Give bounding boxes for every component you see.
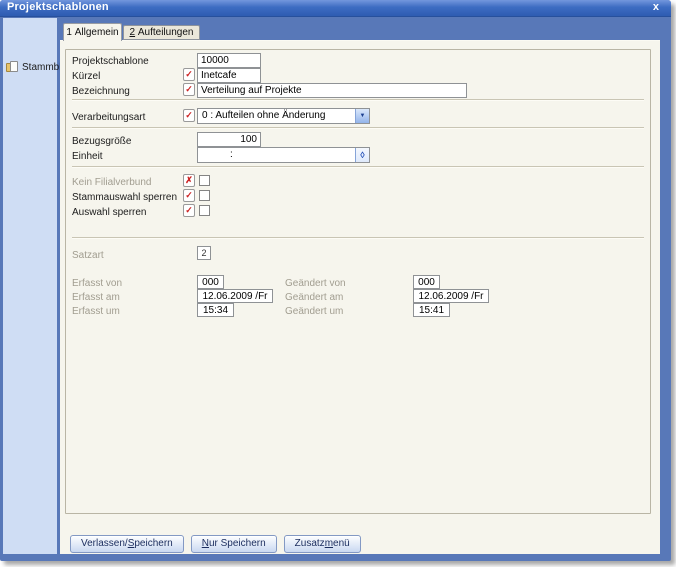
button-mnemonic: N: [201, 538, 209, 549]
titlebar: Projektschablonen x: [0, 0, 671, 17]
close-icon[interactable]: x: [653, 1, 659, 13]
stammblatt-icon-front: [10, 61, 18, 72]
satzart-value: 2: [197, 246, 211, 260]
erfasst-um-value: [197, 303, 234, 317]
button-text: ur Speichern: [208, 538, 266, 549]
sidebar: Stammblatt: [3, 18, 73, 554]
unit-picker-icon[interactable]: ◊: [355, 148, 369, 162]
geaendert-von-label: Geändert von: [285, 278, 346, 289]
required-check-icon: ✓: [183, 189, 195, 202]
verarbeitungsart-label: Verarbeitungsart: [72, 112, 146, 123]
window-title: Projektschablonen: [7, 1, 109, 13]
separator: [72, 99, 644, 101]
auswahl-sperren-label: Auswahl sperren: [72, 207, 147, 218]
button-text: Zusatz: [294, 538, 325, 549]
geaendert-von-value: [413, 275, 440, 289]
tab-aufteilungen[interactable]: 2 Aufteilungen: [123, 25, 200, 40]
kuerzel-input[interactable]: [197, 68, 261, 83]
stammauswahl-sperren-label: Stammauswahl sperren: [72, 192, 178, 203]
erfasst-von-label: Erfasst von: [72, 278, 123, 289]
required-check-icon: ✓: [183, 204, 195, 217]
erfasst-von-value: [197, 275, 224, 289]
tab-allgemein-label: Allgemein: [74, 27, 119, 38]
geaendert-um-value: [413, 303, 450, 317]
tab-allgemein-number: 1: [66, 27, 72, 38]
geaendert-am-value: [413, 289, 489, 303]
auswahl-sperren-checkbox[interactable]: [199, 205, 210, 216]
verarbeitungsart-select[interactable]: 0 : Aufteilen ohne Änderung ▼: [197, 108, 370, 124]
erfasst-um-label: Erfasst um: [72, 306, 120, 317]
einheit-label: Einheit: [72, 151, 103, 162]
geaendert-um-label: Geändert um: [285, 306, 344, 317]
erfasst-am-value: [197, 289, 273, 303]
button-text: enü: [333, 538, 350, 549]
button-row: Verlassen/Speichern Nur Speichern Zusatz…: [70, 535, 361, 553]
verarbeitungsart-value: 0 : Aufteilen ohne Änderung: [202, 110, 326, 121]
projektschablonen-window: Projektschablonen x Stammblatt 1 Allgeme…: [0, 0, 671, 561]
separator: [72, 166, 644, 168]
chevron-down-icon[interactable]: ▼: [355, 109, 369, 123]
projektschablone-input[interactable]: [197, 53, 261, 68]
stammauswahl-sperren-checkbox[interactable]: [199, 190, 210, 201]
button-mnemonic: m: [324, 538, 334, 549]
zusatzmenu-button[interactable]: Zusatzmenü: [283, 535, 361, 553]
kuerzel-label: Kürzel: [72, 71, 101, 82]
bezugsgroesse-input[interactable]: [197, 132, 261, 147]
required-cross-icon: ✗: [183, 174, 195, 187]
required-check-icon: ✓: [183, 68, 195, 81]
erfasst-am-label: Erfasst am: [72, 292, 120, 303]
projektschablone-label: Projektschablone: [72, 56, 149, 67]
kein-filialverbund-label: Kein Filialverbund: [72, 177, 152, 188]
bezeichnung-label: Bezeichnung: [72, 86, 130, 97]
required-check-icon: ✓: [183, 109, 195, 122]
button-text: Verlassen/: [81, 538, 128, 549]
stammblatt-icon: [6, 61, 19, 73]
tab-aufteilungen-label: Aufteilungen: [137, 27, 194, 38]
tab-aufteilungen-number: 2: [129, 27, 136, 38]
screen: Projektschablonen x Stammblatt 1 Allgeme…: [0, 0, 676, 567]
geaendert-am-label: Geändert am: [285, 292, 344, 303]
required-check-icon: ✓: [183, 83, 195, 96]
kein-filialverbund-checkbox[interactable]: [199, 175, 210, 186]
bezeichnung-input[interactable]: [197, 83, 467, 98]
separator: [72, 237, 644, 239]
button-text: peichern: [134, 538, 173, 549]
bezugsgroesse-label: Bezugsgröße: [72, 136, 132, 147]
einheit-value: :: [230, 149, 233, 160]
tab-allgemein[interactable]: 1 Allgemein: [63, 23, 122, 41]
einheit-field[interactable]: : ◊: [197, 147, 370, 163]
separator: [72, 127, 644, 129]
nur-speichern-button[interactable]: Nur Speichern: [190, 535, 277, 553]
verlassen-speichern-button[interactable]: Verlassen/Speichern: [70, 535, 184, 553]
satzart-label: Satzart: [72, 250, 104, 261]
